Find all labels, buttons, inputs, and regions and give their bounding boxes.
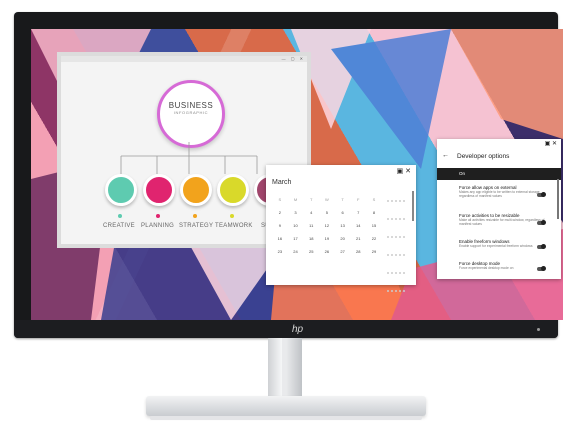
- weekday: S: [278, 197, 282, 202]
- back-arrow-icon[interactable]: ←: [442, 152, 449, 159]
- weekday: M: [293, 197, 298, 202]
- day-cell[interactable]: 21: [350, 232, 366, 245]
- dev-setting[interactable]: Force activities to be resizable Make al…: [459, 213, 547, 226]
- day-cell[interactable]: 2: [272, 206, 288, 219]
- day-cell[interactable]: 22: [366, 232, 382, 245]
- strategy-circle: [180, 174, 212, 206]
- week-row: 9 10 11 12 13 14 15: [272, 219, 382, 232]
- dev-setting[interactable]: Force desktop mode Force experimental de…: [459, 261, 547, 270]
- label-planning: PLANNING: [141, 223, 175, 229]
- day-cell[interactable]: 7: [350, 206, 366, 219]
- weekday: T: [309, 197, 313, 202]
- day-cell[interactable]: 4: [303, 206, 319, 219]
- planning-circle: [143, 174, 175, 206]
- day-cell[interactable]: 27: [335, 245, 351, 258]
- stand-base: [146, 396, 426, 416]
- day-cell[interactable]: 13: [335, 219, 351, 232]
- toggle-freeform-windows[interactable]: [537, 244, 546, 249]
- dev-setting[interactable]: Enable freeform windows Enable support f…: [459, 239, 547, 248]
- toggle-force-resizable[interactable]: [537, 220, 546, 225]
- teamwork-dot: [230, 214, 234, 218]
- calendar-grid: S M T W T F S 2 3 4 5 6 7 8 9 10 11 12 1…: [272, 193, 382, 258]
- strategy-dot: [193, 214, 197, 218]
- day-cell[interactable]: 29: [366, 245, 382, 258]
- teamwork-circle: [217, 174, 249, 206]
- day-cell[interactable]: 17: [288, 232, 304, 245]
- day-cell[interactable]: 8: [366, 206, 382, 219]
- day-cell[interactable]: 10: [288, 219, 304, 232]
- day-cell[interactable]: 15: [366, 219, 382, 232]
- day-cell[interactable]: 11: [303, 219, 319, 232]
- day-cell[interactable]: 12: [319, 219, 335, 232]
- calendar-scrollbar[interactable]: [412, 191, 414, 221]
- day-cell[interactable]: 25: [303, 245, 319, 258]
- stand-neck: [268, 338, 302, 400]
- toggle-desktop-mode[interactable]: [537, 266, 546, 271]
- power-indicator[interactable]: [537, 328, 540, 331]
- dev-header: ← Developer options: [437, 149, 561, 167]
- setting-desc: Make all activities resizable for multi-…: [459, 218, 545, 226]
- label-teamwork: TEAMWORK: [215, 223, 253, 229]
- weekday: T: [341, 197, 344, 202]
- dev-scrollbar[interactable]: [557, 179, 559, 219]
- day-cell[interactable]: 19: [319, 232, 335, 245]
- label-strategy: STRATEGY: [179, 223, 214, 229]
- weekday-row: S M T W T F S: [272, 193, 382, 206]
- dev-setting[interactable]: Force allow apps on external Makes any a…: [459, 185, 547, 198]
- day-cell[interactable]: 28: [350, 245, 366, 258]
- setting-desc: Makes any app eligible to be written to …: [459, 190, 541, 198]
- stand-slot: [282, 338, 286, 400]
- day-cell[interactable]: 16: [272, 232, 288, 245]
- day-cell[interactable]: 26: [319, 245, 335, 258]
- day-cell[interactable]: 6: [335, 206, 351, 219]
- hp-logo: hp: [292, 324, 304, 335]
- day-cell[interactable]: 9: [272, 219, 288, 232]
- monitor-chin: hp: [14, 320, 558, 338]
- day-cell[interactable]: 24: [288, 245, 304, 258]
- stand-shadow: [150, 416, 422, 420]
- setting-desc: Enable support for experimental freeform…: [459, 244, 533, 248]
- toggle-force-allow-external[interactable]: [537, 192, 546, 197]
- dev-title: Developer options: [457, 153, 510, 160]
- setting-desc: Force experimental desktop mode on: [459, 266, 514, 270]
- screen: — ▢ ✕ BUSINESS INFOGRAPHIC CREATIVE PLAN…: [31, 29, 563, 320]
- day-cell[interactable]: 5: [319, 206, 335, 219]
- week-row: 16 17 18 19 20 21 22: [272, 232, 382, 245]
- creative-dot: [118, 214, 122, 218]
- week-row: 2 3 4 5 6 7 8: [272, 206, 382, 219]
- calendar-window-controls[interactable]: ▣ ✕: [397, 167, 411, 175]
- planning-dot: [156, 214, 160, 218]
- dev-window-controls[interactable]: ▣ ✕: [545, 140, 557, 147]
- day-cell[interactable]: 23: [272, 245, 288, 258]
- calendar-month: March: [272, 179, 292, 186]
- monitor: — ▢ ✕ BUSINESS INFOGRAPHIC CREATIVE PLAN…: [14, 12, 563, 338]
- developer-options-window[interactable]: ▣ ✕ ← Developer options On Force allow a…: [437, 139, 561, 279]
- day-cell[interactable]: 14: [350, 219, 366, 232]
- calendar-window[interactable]: ▣ ✕ March S M T W T F S 2 3 4 5 6 7 8 9 …: [266, 165, 416, 292]
- weekday: F: [357, 197, 360, 202]
- weekday: W: [325, 197, 329, 202]
- week-row: 23 24 25 26 27 28 29: [272, 245, 382, 258]
- creative-circle: [105, 174, 137, 206]
- developer-status-bar[interactable]: On: [437, 168, 561, 180]
- weekday: S: [372, 197, 376, 202]
- calendar-side-pattern: [386, 191, 410, 292]
- day-cell[interactable]: 18: [303, 232, 319, 245]
- label-creative: CREATIVE: [103, 223, 135, 229]
- day-cell[interactable]: 3: [288, 206, 304, 219]
- day-cell[interactable]: 20: [335, 232, 351, 245]
